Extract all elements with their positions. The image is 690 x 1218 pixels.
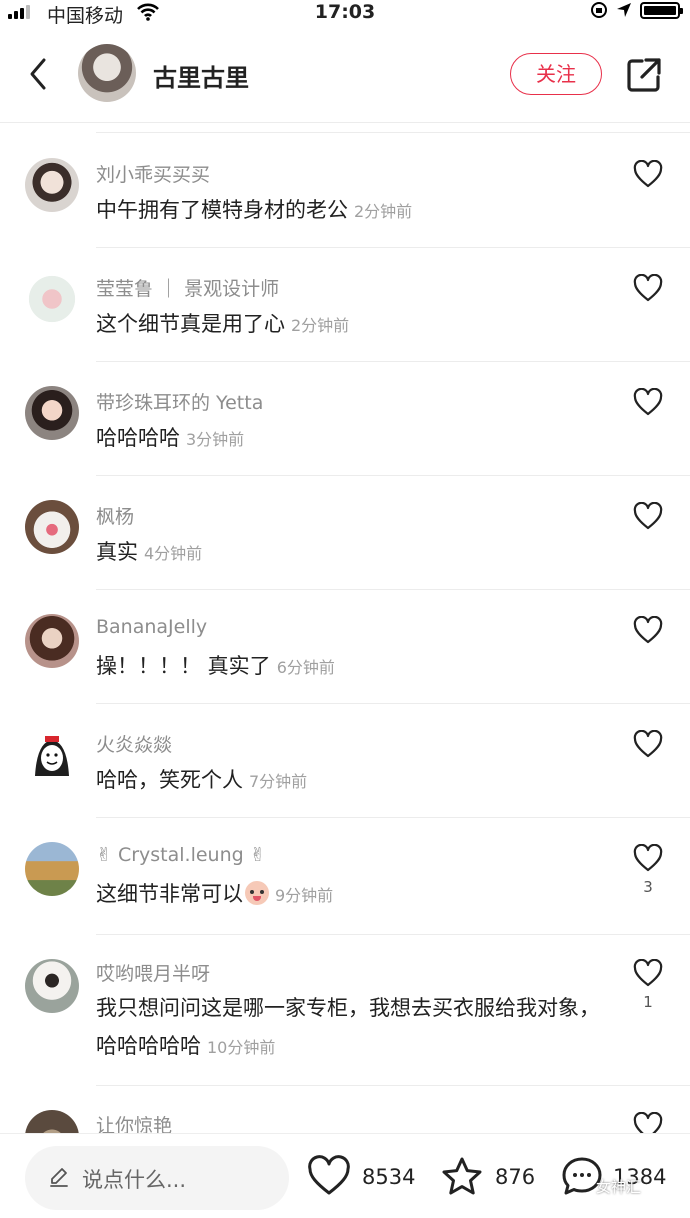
commenter-name[interactable]: 枫杨	[96, 502, 134, 529]
bottom-action-bar: 说点什么... 8534 876 1384 女神汇	[0, 1133, 690, 1218]
comment-item: 哎哟喂月半呀 我只想问问这是哪一家专柜，我想去买衣服给我对象，哈哈哈哈哈 10分钟…	[0, 941, 690, 1085]
comment-time: 2分钟前	[291, 316, 350, 335]
comment-time: 9分钟前	[275, 886, 334, 905]
comment-body: 这个细节真是用了心	[96, 312, 285, 336]
comment-input[interactable]: 说点什么...	[25, 1146, 289, 1210]
divider	[96, 934, 690, 935]
heart-icon[interactable]	[633, 616, 663, 644]
author-avatar[interactable]	[78, 44, 136, 102]
comment-body: 我只想问问这是哪一家专柜，我想去买衣服给我对象，哈哈哈哈哈	[96, 996, 600, 1058]
divider	[96, 361, 690, 362]
comment-text[interactable]: 真实 4分钟前	[96, 533, 616, 573]
divider	[96, 703, 690, 704]
follow-button[interactable]: 关注	[510, 53, 602, 95]
nav-header: 古里古里 关注	[0, 40, 690, 110]
comment-time: 10分钟前	[207, 1038, 276, 1057]
comment-input-placeholder: 说点什么...	[82, 1168, 187, 1192]
avatar[interactable]	[25, 158, 79, 212]
commenter-name[interactable]: BananaJelly	[96, 616, 207, 638]
comment-text[interactable]: 操！！！！ 真实了 6分钟前	[96, 647, 616, 687]
divider	[96, 1085, 690, 1086]
comment-time: 3分钟前	[186, 430, 245, 449]
comment-item: 让你惊艳	[0, 1092, 690, 1133]
divider	[96, 589, 690, 590]
comment-item: BananaJelly 操！！！！ 真实了 6分钟前	[0, 596, 690, 703]
like-count: 1	[643, 993, 653, 1011]
heart-icon[interactable]	[633, 730, 663, 758]
commenter-name[interactable]: 让你惊艳	[96, 1111, 172, 1133]
heart-icon[interactable]	[633, 959, 663, 987]
comment-item: ✌ Crystal.leung ✌ 这细节非常可以 9分钟前 3	[0, 824, 690, 934]
comment-body: 操！！！！ 真实了	[96, 654, 271, 678]
comment-body: 这细节非常可以	[96, 882, 243, 906]
commenter-name[interactable]: 哎哟喂月半呀	[96, 959, 210, 986]
avatar[interactable]	[25, 614, 79, 668]
status-bar: 中国移动 17:03	[0, 0, 690, 27]
avatar[interactable]	[25, 272, 79, 326]
comment-time: 2分钟前	[354, 202, 413, 221]
comment-text[interactable]: 这个细节真是用了心 2分钟前	[96, 305, 616, 345]
comment-item: 火炎焱燚 哈哈，笑死个人 7分钟前	[0, 710, 690, 817]
comment-item: 带珍珠耳环的 Yetta 哈哈哈哈 3分钟前	[0, 368, 690, 475]
like-count: 3	[643, 878, 653, 896]
heart-icon[interactable]	[633, 1112, 663, 1133]
commenter-name[interactable]: 带珍珠耳环的 Yetta	[96, 388, 263, 415]
comment-text[interactable]: 这细节非常可以 9分钟前	[96, 875, 616, 915]
heart-icon[interactable]	[633, 844, 663, 872]
divider	[96, 817, 690, 818]
battery-icon	[640, 1, 683, 19]
favorite-count[interactable]: 876	[495, 1165, 535, 1189]
author-name[interactable]: 古里古里	[153, 58, 249, 93]
commenter-name[interactable]: 刘小乖买买买	[96, 160, 210, 187]
heart-icon[interactable]	[633, 502, 663, 530]
commenter-name[interactable]: 莹莹鲁 ｜ 景观设计师	[96, 274, 279, 301]
like-count[interactable]: 8534	[362, 1165, 415, 1189]
location-icon	[617, 3, 631, 17]
watermark: 女神汇	[596, 1178, 642, 1196]
comment-item: 莹莹鲁 ｜ 景观设计师 这个细节真是用了心 2分钟前	[0, 254, 690, 361]
comment-text[interactable]: 哈哈哈哈 3分钟前	[96, 419, 616, 459]
comment-body: 哈哈哈哈	[96, 426, 180, 450]
comment-time: 4分钟前	[144, 544, 203, 563]
commenter-name[interactable]: ✌ Crystal.leung ✌	[96, 844, 266, 866]
comment-body: 真实	[96, 540, 138, 564]
avatar[interactable]	[25, 1110, 79, 1133]
comment-text[interactable]: 哈哈，笑死个人 7分钟前	[96, 761, 616, 801]
avatar[interactable]	[25, 500, 79, 554]
heart-icon[interactable]	[633, 274, 663, 302]
clock: 17:03	[314, 1, 376, 23]
heart-icon[interactable]	[633, 388, 663, 416]
divider	[96, 475, 690, 476]
avatar[interactable]	[25, 386, 79, 440]
rotation-lock-icon	[591, 2, 607, 18]
comment-item: 枫杨 真实 4分钟前	[0, 482, 690, 589]
header-divider	[0, 122, 690, 123]
commenter-name[interactable]: 火炎焱燚	[96, 730, 172, 757]
heart-icon[interactable]	[633, 160, 663, 188]
comment-body: 哈哈，笑死个人	[96, 768, 243, 792]
comment-text[interactable]: 中午拥有了模特身材的老公 2分钟前	[96, 191, 616, 231]
share-icon[interactable]	[624, 55, 664, 95]
divider	[96, 247, 690, 248]
comment-time: 6分钟前	[276, 658, 335, 677]
crying-laughing-emoji-icon	[245, 881, 269, 905]
comment-time: 7分钟前	[249, 772, 308, 791]
back-arrow-icon[interactable]	[24, 54, 54, 94]
comment-body: 中午拥有了模特身材的老公	[96, 198, 348, 222]
comment-text[interactable]: 我只想问问这是哪一家专柜，我想去买衣服给我对象，哈哈哈哈哈 10分钟前	[96, 989, 616, 1067]
avatar[interactable]	[25, 842, 79, 896]
cartoon-avatar-icon	[35, 736, 69, 776]
avatar[interactable]	[25, 959, 79, 1013]
like-icon[interactable]	[307, 1155, 351, 1199]
avatar[interactable]	[25, 728, 79, 782]
comment-item: 刘小乖买买买 中午拥有了模特身材的老公 2分钟前	[0, 140, 690, 247]
pencil-icon	[50, 1168, 68, 1187]
divider	[96, 132, 690, 133]
star-icon[interactable]	[440, 1155, 484, 1199]
